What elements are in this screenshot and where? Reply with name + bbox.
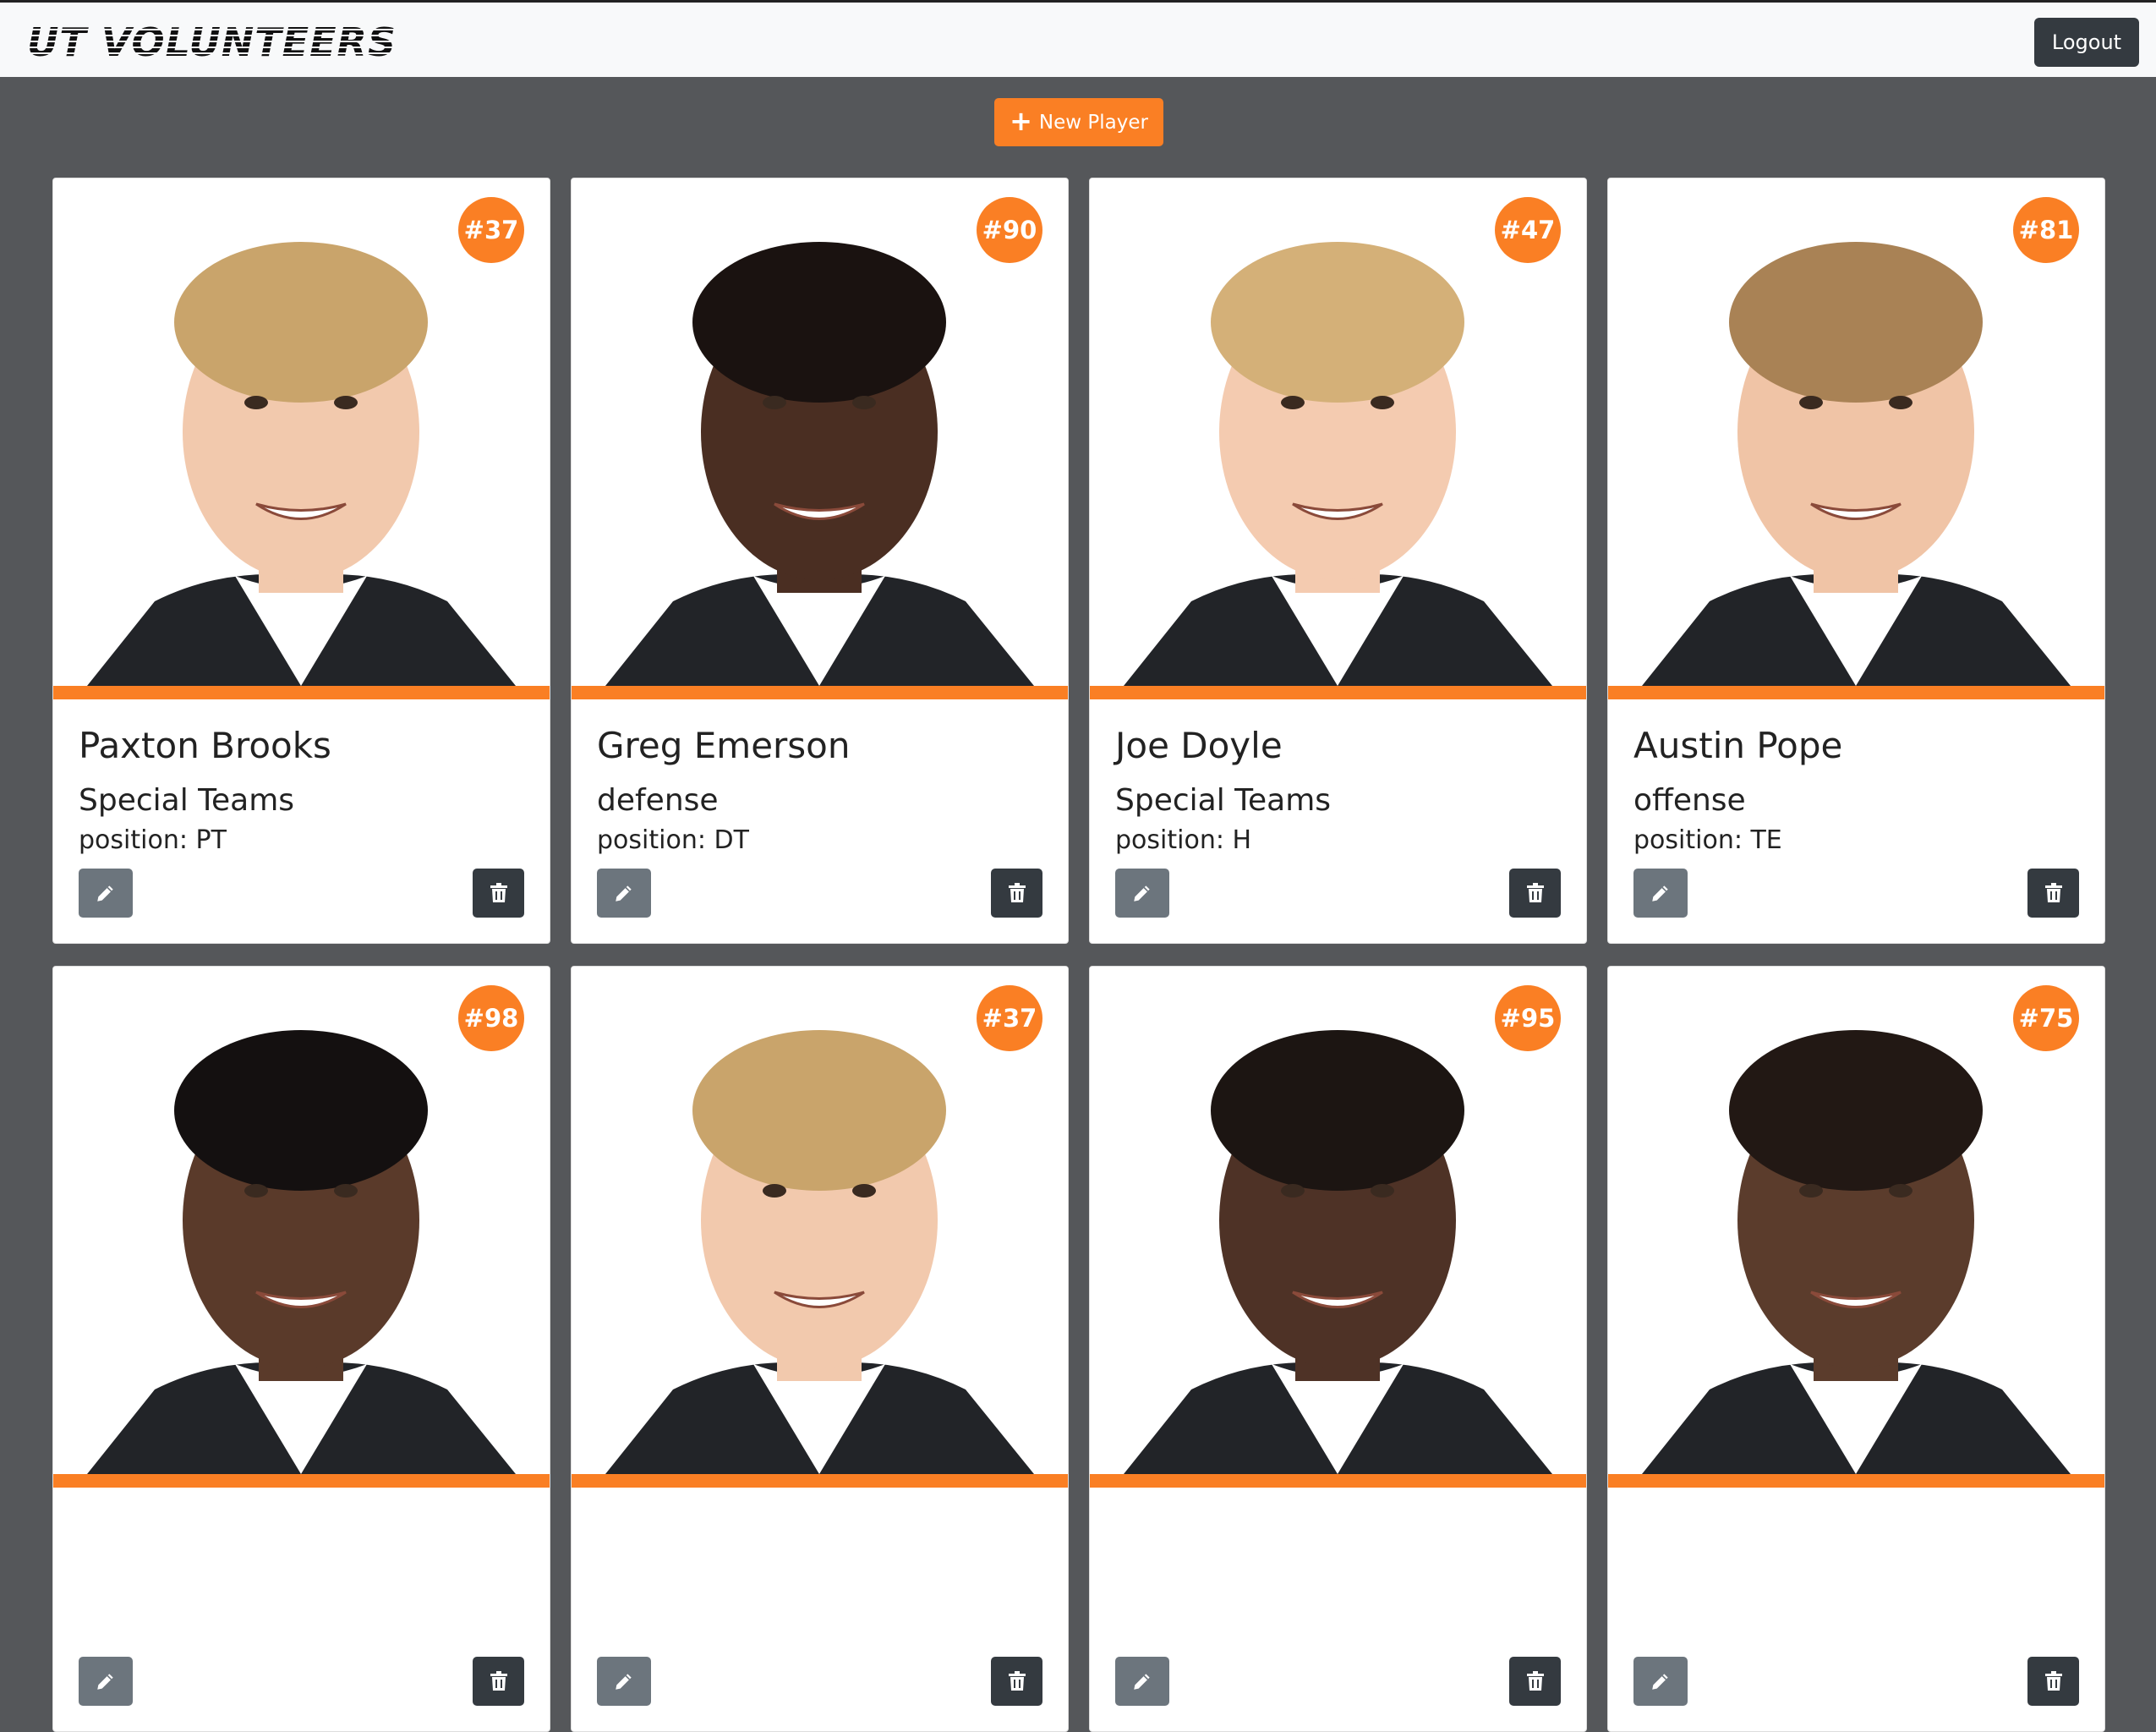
brand-logo[interactable]: UT VOLUNTEERS xyxy=(15,19,455,65)
jersey-number-badge: #95 xyxy=(1495,985,1561,1051)
player-position: position: TE xyxy=(1633,825,1782,855)
edit-player-button[interactable] xyxy=(79,1657,133,1706)
player-card: #95 xyxy=(1089,966,1587,1732)
player-position: position: H xyxy=(1115,825,1252,855)
player-name: Paxton Brooks xyxy=(79,725,331,766)
edit-player-button[interactable] xyxy=(1633,1657,1688,1706)
pencil-icon xyxy=(1134,1674,1150,1690)
jersey-number-badge: #47 xyxy=(1495,197,1561,263)
jersey-number-badge: #37 xyxy=(977,985,1042,1051)
edit-player-button[interactable] xyxy=(1115,869,1169,918)
trash-icon xyxy=(490,883,507,902)
trash-icon xyxy=(1008,1671,1026,1691)
photo-accent-bar xyxy=(572,1474,1068,1488)
pencil-icon xyxy=(97,885,113,902)
new-player-label: New Player xyxy=(1038,111,1148,134)
photo-accent-bar xyxy=(1090,686,1586,699)
delete-player-button[interactable] xyxy=(2027,869,2079,918)
delete-player-button[interactable] xyxy=(473,1657,524,1706)
player-card: #81 Austin Pope offense position: TE xyxy=(1607,178,2105,944)
pencil-icon xyxy=(1134,885,1150,902)
pencil-icon xyxy=(616,885,632,902)
edit-player-button[interactable] xyxy=(597,1657,651,1706)
player-team: offense xyxy=(1633,783,1746,818)
trash-icon xyxy=(490,1671,507,1691)
pencil-icon xyxy=(97,1674,113,1690)
player-card: #37 Paxton Brooks Special Teams position… xyxy=(52,178,550,944)
trash-icon xyxy=(2044,883,2062,902)
delete-player-button[interactable] xyxy=(991,869,1042,918)
brand-text: UT VOLUNTEERS xyxy=(27,19,397,65)
edit-player-button[interactable] xyxy=(1115,1657,1169,1706)
new-player-button[interactable]: + New Player xyxy=(994,98,1163,146)
player-position: position: DT xyxy=(597,825,749,855)
edit-player-button[interactable] xyxy=(1633,869,1688,918)
jersey-number-badge: #81 xyxy=(2013,197,2079,263)
player-position: position: PT xyxy=(79,825,227,855)
player-team: Special Teams xyxy=(79,783,295,818)
delete-player-button[interactable] xyxy=(1509,869,1561,918)
photo-accent-bar xyxy=(53,686,550,699)
player-name: Greg Emerson xyxy=(597,725,851,766)
photo-accent-bar xyxy=(1608,1474,2104,1488)
trash-icon xyxy=(1526,883,1544,902)
jersey-number-badge: #98 xyxy=(458,985,524,1051)
photo-accent-bar xyxy=(572,686,1068,699)
delete-player-button[interactable] xyxy=(473,869,524,918)
edit-player-button[interactable] xyxy=(597,869,651,918)
pencil-icon xyxy=(1652,885,1668,902)
player-card: #90 Greg Emerson defense position: DT xyxy=(571,178,1069,944)
delete-player-button[interactable] xyxy=(1509,1657,1561,1706)
pencil-icon xyxy=(1652,1674,1668,1690)
delete-player-button[interactable] xyxy=(2027,1657,2079,1706)
edit-player-button[interactable] xyxy=(79,869,133,918)
player-card: #75 xyxy=(1607,966,2105,1732)
photo-accent-bar xyxy=(53,1474,550,1488)
photo-accent-bar xyxy=(1608,686,2104,699)
pencil-icon xyxy=(616,1674,632,1690)
trash-icon xyxy=(1008,883,1026,902)
delete-player-button[interactable] xyxy=(991,1657,1042,1706)
player-name: Austin Pope xyxy=(1633,725,1843,766)
logout-button[interactable]: Logout xyxy=(2034,18,2139,67)
jersey-number-badge: #75 xyxy=(2013,985,2079,1051)
trash-icon xyxy=(1526,1671,1544,1691)
jersey-number-badge: #37 xyxy=(458,197,524,263)
player-name: Joe Doyle xyxy=(1115,725,1283,766)
navbar: UT VOLUNTEERS Logout xyxy=(0,0,2156,77)
player-team: defense xyxy=(597,783,719,818)
jersey-number-badge: #90 xyxy=(977,197,1042,263)
photo-accent-bar xyxy=(1090,1474,1586,1488)
player-team: Special Teams xyxy=(1115,783,1332,818)
player-card: #47 Joe Doyle Special Teams position: H xyxy=(1089,178,1587,944)
player-card: #37 xyxy=(571,966,1069,1732)
player-card: #98 xyxy=(52,966,550,1732)
trash-icon xyxy=(2044,1671,2062,1691)
plus-icon: + xyxy=(1010,105,1032,137)
